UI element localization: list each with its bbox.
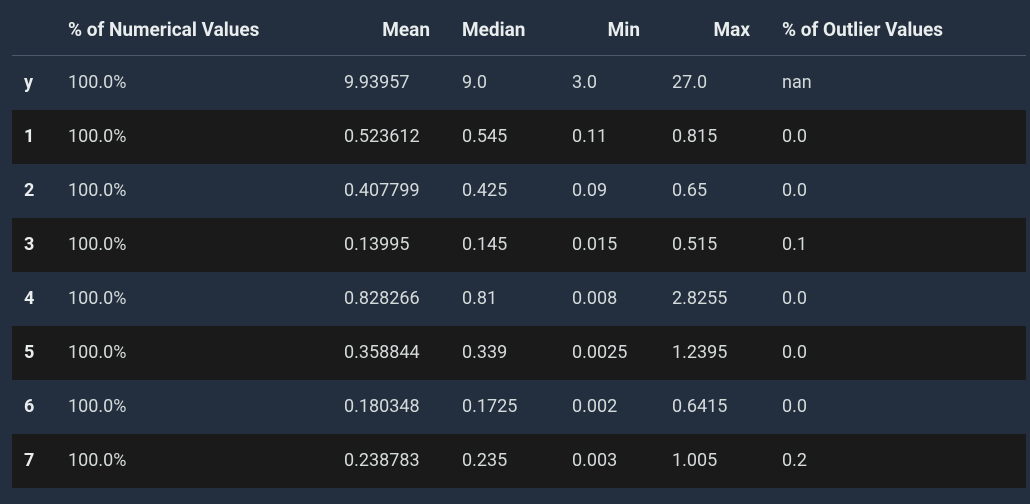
- cell-pct-outlier: 0.1: [770, 218, 1026, 272]
- row-label: 7: [12, 434, 56, 488]
- cell-pct-outlier: 0.0: [770, 110, 1026, 164]
- cell-median: 0.235: [450, 434, 560, 488]
- cell-min: 0.002: [560, 380, 660, 434]
- cell-median: 0.81: [450, 272, 560, 326]
- cell-mean: 9.93957: [332, 56, 450, 110]
- header-row: % of Numerical Values Mean Median Min Ma…: [12, 8, 1026, 56]
- cell-min: 0.008: [560, 272, 660, 326]
- row-label: 4: [12, 272, 56, 326]
- cell-pct-numerical: 100.0%: [56, 272, 332, 326]
- table-row: 3 100.0% 0.13995 0.145 0.015 0.515 0.1: [12, 218, 1026, 272]
- cell-max: 0.65: [660, 164, 770, 218]
- cell-max: 0.515: [660, 218, 770, 272]
- cell-max: 0.6415: [660, 380, 770, 434]
- cell-pct-numerical: 100.0%: [56, 56, 332, 110]
- cell-pct-numerical: 100.0%: [56, 218, 332, 272]
- cell-pct-numerical: 100.0%: [56, 434, 332, 488]
- cell-mean: 0.13995: [332, 218, 450, 272]
- cell-max: 0.815: [660, 110, 770, 164]
- cell-max: 27.0: [660, 56, 770, 110]
- cell-min: 0.003: [560, 434, 660, 488]
- header-pct-outlier: % of Outlier Values: [770, 8, 1026, 56]
- cell-min: 0.09: [560, 164, 660, 218]
- cell-median: 0.425: [450, 164, 560, 218]
- table-row: 1 100.0% 0.523612 0.545 0.11 0.815 0.0: [12, 110, 1026, 164]
- cell-pct-numerical: 100.0%: [56, 110, 332, 164]
- cell-pct-numerical: 100.0%: [56, 380, 332, 434]
- cell-mean: 0.180348: [332, 380, 450, 434]
- header-max: Max: [660, 8, 770, 56]
- row-label: 1: [12, 110, 56, 164]
- cell-max: 1.2395: [660, 326, 770, 380]
- row-label: 6: [12, 380, 56, 434]
- cell-min: 0.11: [560, 110, 660, 164]
- cell-median: 9.0: [450, 56, 560, 110]
- cell-mean: 0.238783: [332, 434, 450, 488]
- header-blank: [12, 8, 56, 56]
- cell-min: 0.0025: [560, 326, 660, 380]
- cell-median: 0.339: [450, 326, 560, 380]
- row-label: 2: [12, 164, 56, 218]
- cell-median: 0.545: [450, 110, 560, 164]
- cell-min: 0.015: [560, 218, 660, 272]
- cell-mean: 0.523612: [332, 110, 450, 164]
- table-row: y 100.0% 9.93957 9.0 3.0 27.0 nan: [12, 56, 1026, 110]
- cell-pct-outlier: 0.0: [770, 380, 1026, 434]
- cell-pct-outlier: 0.2: [770, 434, 1026, 488]
- header-min: Min: [560, 8, 660, 56]
- cell-pct-outlier: 0.0: [770, 272, 1026, 326]
- table-row: 7 100.0% 0.238783 0.235 0.003 1.005 0.2: [12, 434, 1026, 488]
- cell-median: 0.145: [450, 218, 560, 272]
- cell-mean: 0.828266: [332, 272, 450, 326]
- cell-max: 1.005: [660, 434, 770, 488]
- cell-pct-outlier: nan: [770, 56, 1026, 110]
- table-row: 2 100.0% 0.407799 0.425 0.09 0.65 0.0: [12, 164, 1026, 218]
- table-row: 4 100.0% 0.828266 0.81 0.008 2.8255 0.0: [12, 272, 1026, 326]
- cell-median: 0.1725: [450, 380, 560, 434]
- cell-pct-numerical: 100.0%: [56, 326, 332, 380]
- cell-max: 2.8255: [660, 272, 770, 326]
- cell-min: 3.0: [560, 56, 660, 110]
- cell-pct-numerical: 100.0%: [56, 164, 332, 218]
- row-label: 3: [12, 218, 56, 272]
- header-mean: Mean: [332, 8, 450, 56]
- header-median: Median: [450, 8, 560, 56]
- cell-pct-outlier: 0.0: [770, 164, 1026, 218]
- table-row: 6 100.0% 0.180348 0.1725 0.002 0.6415 0.…: [12, 380, 1026, 434]
- header-pct-numerical: % of Numerical Values: [56, 8, 332, 56]
- cell-pct-outlier: 0.0: [770, 326, 1026, 380]
- table-row: 5 100.0% 0.358844 0.339 0.0025 1.2395 0.…: [12, 326, 1026, 380]
- row-label: y: [12, 56, 56, 110]
- row-label: 5: [12, 326, 56, 380]
- stats-table: % of Numerical Values Mean Median Min Ma…: [12, 8, 1026, 488]
- cell-mean: 0.407799: [332, 164, 450, 218]
- cell-mean: 0.358844: [332, 326, 450, 380]
